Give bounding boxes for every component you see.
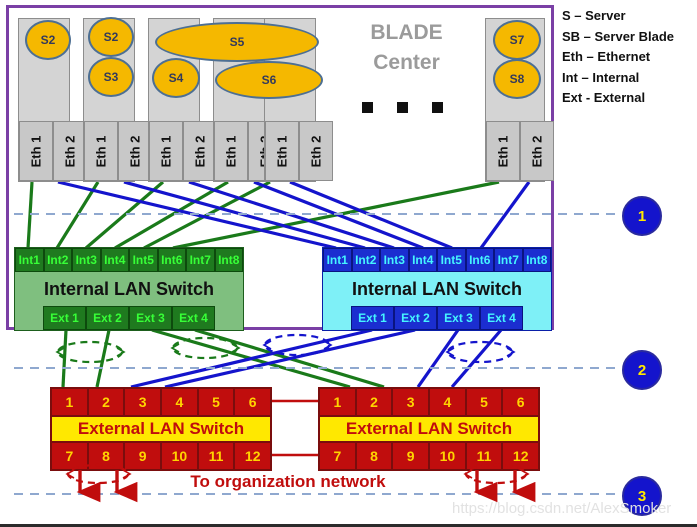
crossing-marker-blue xyxy=(446,340,514,364)
watermark: https://blog.csdn.net/AlexSmoker xyxy=(452,500,672,517)
legend-item-internal: Int – Internal xyxy=(562,69,640,85)
zone-marker-2[interactable]: 2 xyxy=(622,350,662,390)
crossing-marker-green xyxy=(56,340,124,364)
zone-marker-1[interactable]: 1 xyxy=(622,196,662,236)
legend-item-external: Ext - External xyxy=(562,90,646,105)
diagram-canvas: SB-1 Eth 1 Eth 2 SB-2 Eth 1 Eth 2 SB-3 E… xyxy=(0,0,697,527)
crossing-marker-green xyxy=(171,336,239,360)
legend: S – Server SB – Server Blade Eth – Ether… xyxy=(562,6,694,109)
crossing-marker-arrowheads xyxy=(55,340,516,357)
legend-item-server-blade: SB – Server Blade xyxy=(562,28,675,44)
crossing-marker-red xyxy=(66,463,130,485)
crossing-marker-group xyxy=(56,333,514,364)
crossing-marker-blue xyxy=(263,333,331,357)
legend-item-server: S – Server xyxy=(562,8,626,23)
legend-item-ethernet: Eth – Ethernet xyxy=(562,49,651,64)
org-network-label: To organization network xyxy=(190,472,386,491)
crossing-marker-red xyxy=(464,463,528,485)
